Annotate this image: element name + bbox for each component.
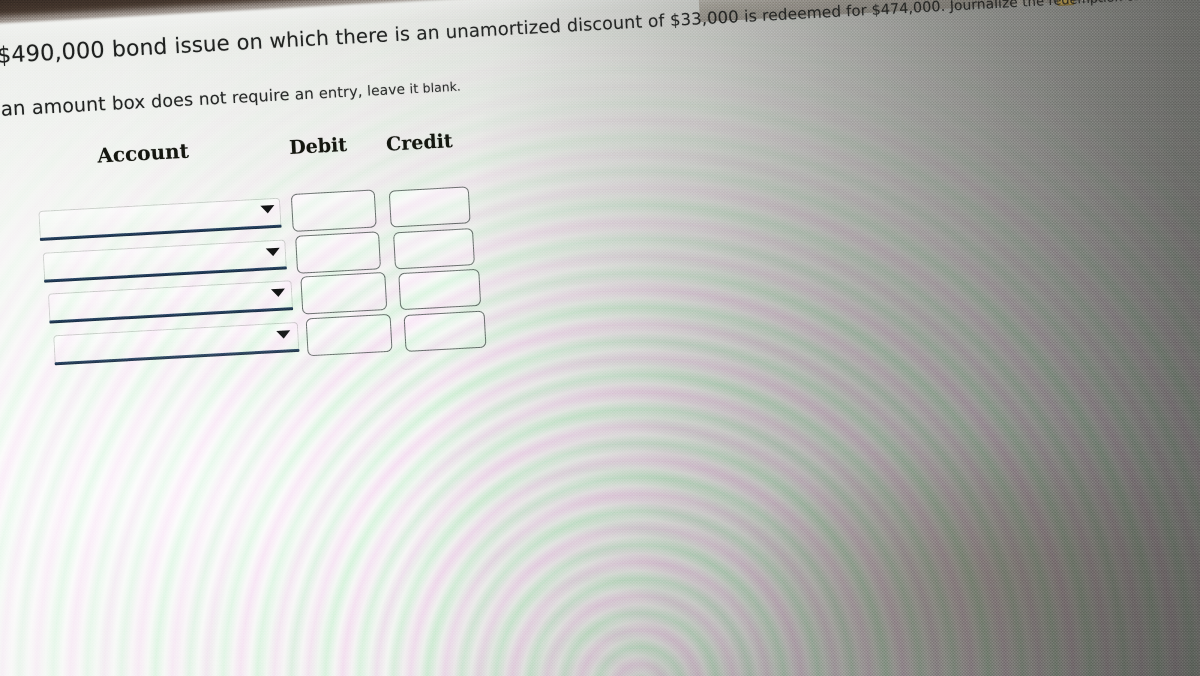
debit-input-4[interactable]: [305, 313, 393, 357]
debit-input-3[interactable]: [300, 271, 388, 315]
question-line-1-text: A $490,000 bond issue on which there is …: [0, 0, 1200, 69]
debit-input-1[interactable]: [290, 189, 377, 232]
chevron-down-icon[interactable]: [276, 330, 291, 340]
credit-input-2[interactable]: [393, 228, 475, 270]
chevron-down-icon[interactable]: [260, 204, 275, 214]
credit-input-3[interactable]: [398, 268, 482, 311]
page-content: A $490,000 bond issue on which there is …: [0, 0, 1200, 676]
chevron-down-icon[interactable]: [265, 247, 281, 257]
debit-input-2[interactable]: [295, 231, 382, 274]
photo-of-laptop-screen: 2019 RENTALS SCR... A $490,000 bond issu…: [0, 0, 1200, 676]
question-line-1: A $490,000 bond issue on which there is …: [0, 0, 1200, 70]
journal-column-headers: Account Debit Credit: [0, 121, 518, 180]
credit-input-1[interactable]: [388, 186, 471, 228]
credit-input-4[interactable]: [403, 310, 487, 352]
column-header-debit: Debit: [288, 133, 348, 160]
question-line-2: If an amount box does not require an ent…: [0, 72, 461, 122]
column-header-account: Account: [96, 138, 190, 168]
column-header-credit: Credit: [385, 130, 454, 156]
chevron-down-icon[interactable]: [270, 288, 286, 298]
question-line-2-text: If an amount box does not require an ent…: [0, 79, 462, 121]
